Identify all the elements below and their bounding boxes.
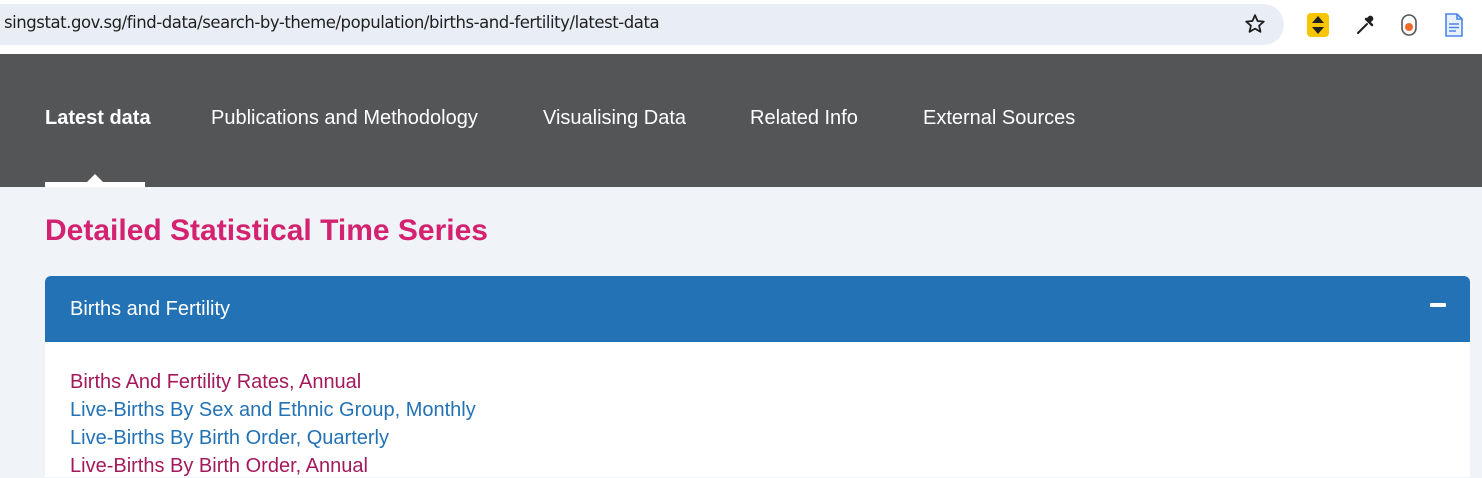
series-link[interactable]: Live-Births By Birth Order, Annual [70,455,368,478]
extension-arrows-icon[interactable] [1306,12,1330,38]
nav-tab-publications-methodology[interactable]: Publications and Methodology [211,107,478,130]
series-link[interactable]: Births And Fertility Rates, Annual [70,371,361,394]
accordion-body: Births And Fertility Rates, Annual Live-… [45,342,1470,477]
nav-tab-latest-data[interactable]: Latest data [45,107,151,130]
nav-tab-visualising-data[interactable]: Visualising Data [543,107,686,130]
series-link[interactable]: Live-Births By Birth Order, Quarterly [70,427,389,450]
extension-orange-dot-icon[interactable] [1397,12,1421,38]
star-icon[interactable] [1243,12,1267,36]
site-nav: Latest data Publications and Methodology… [0,54,1482,187]
minus-icon[interactable] [1430,303,1446,307]
accordion-title: Births and Fertility [70,298,231,320]
active-tab-indicator [45,182,145,187]
accordion-header-births-fertility[interactable]: Births and Fertility [45,276,1470,342]
active-tab-caret [87,174,103,182]
eyedropper-icon[interactable] [1353,12,1377,38]
browser-toolbar: singstat.gov.sg/find-data/search-by-them… [0,0,1482,54]
nav-tab-related-info[interactable]: Related Info [750,107,858,130]
page-title: Detailed Statistical Time Series [45,214,488,247]
series-link[interactable]: Live-Births By Sex and Ethnic Group, Mon… [70,399,476,422]
nav-tab-external-sources[interactable]: External Sources [923,107,1075,130]
url-text[interactable]: singstat.gov.sg/find-data/search-by-them… [4,13,660,32]
document-icon[interactable] [1442,12,1466,38]
